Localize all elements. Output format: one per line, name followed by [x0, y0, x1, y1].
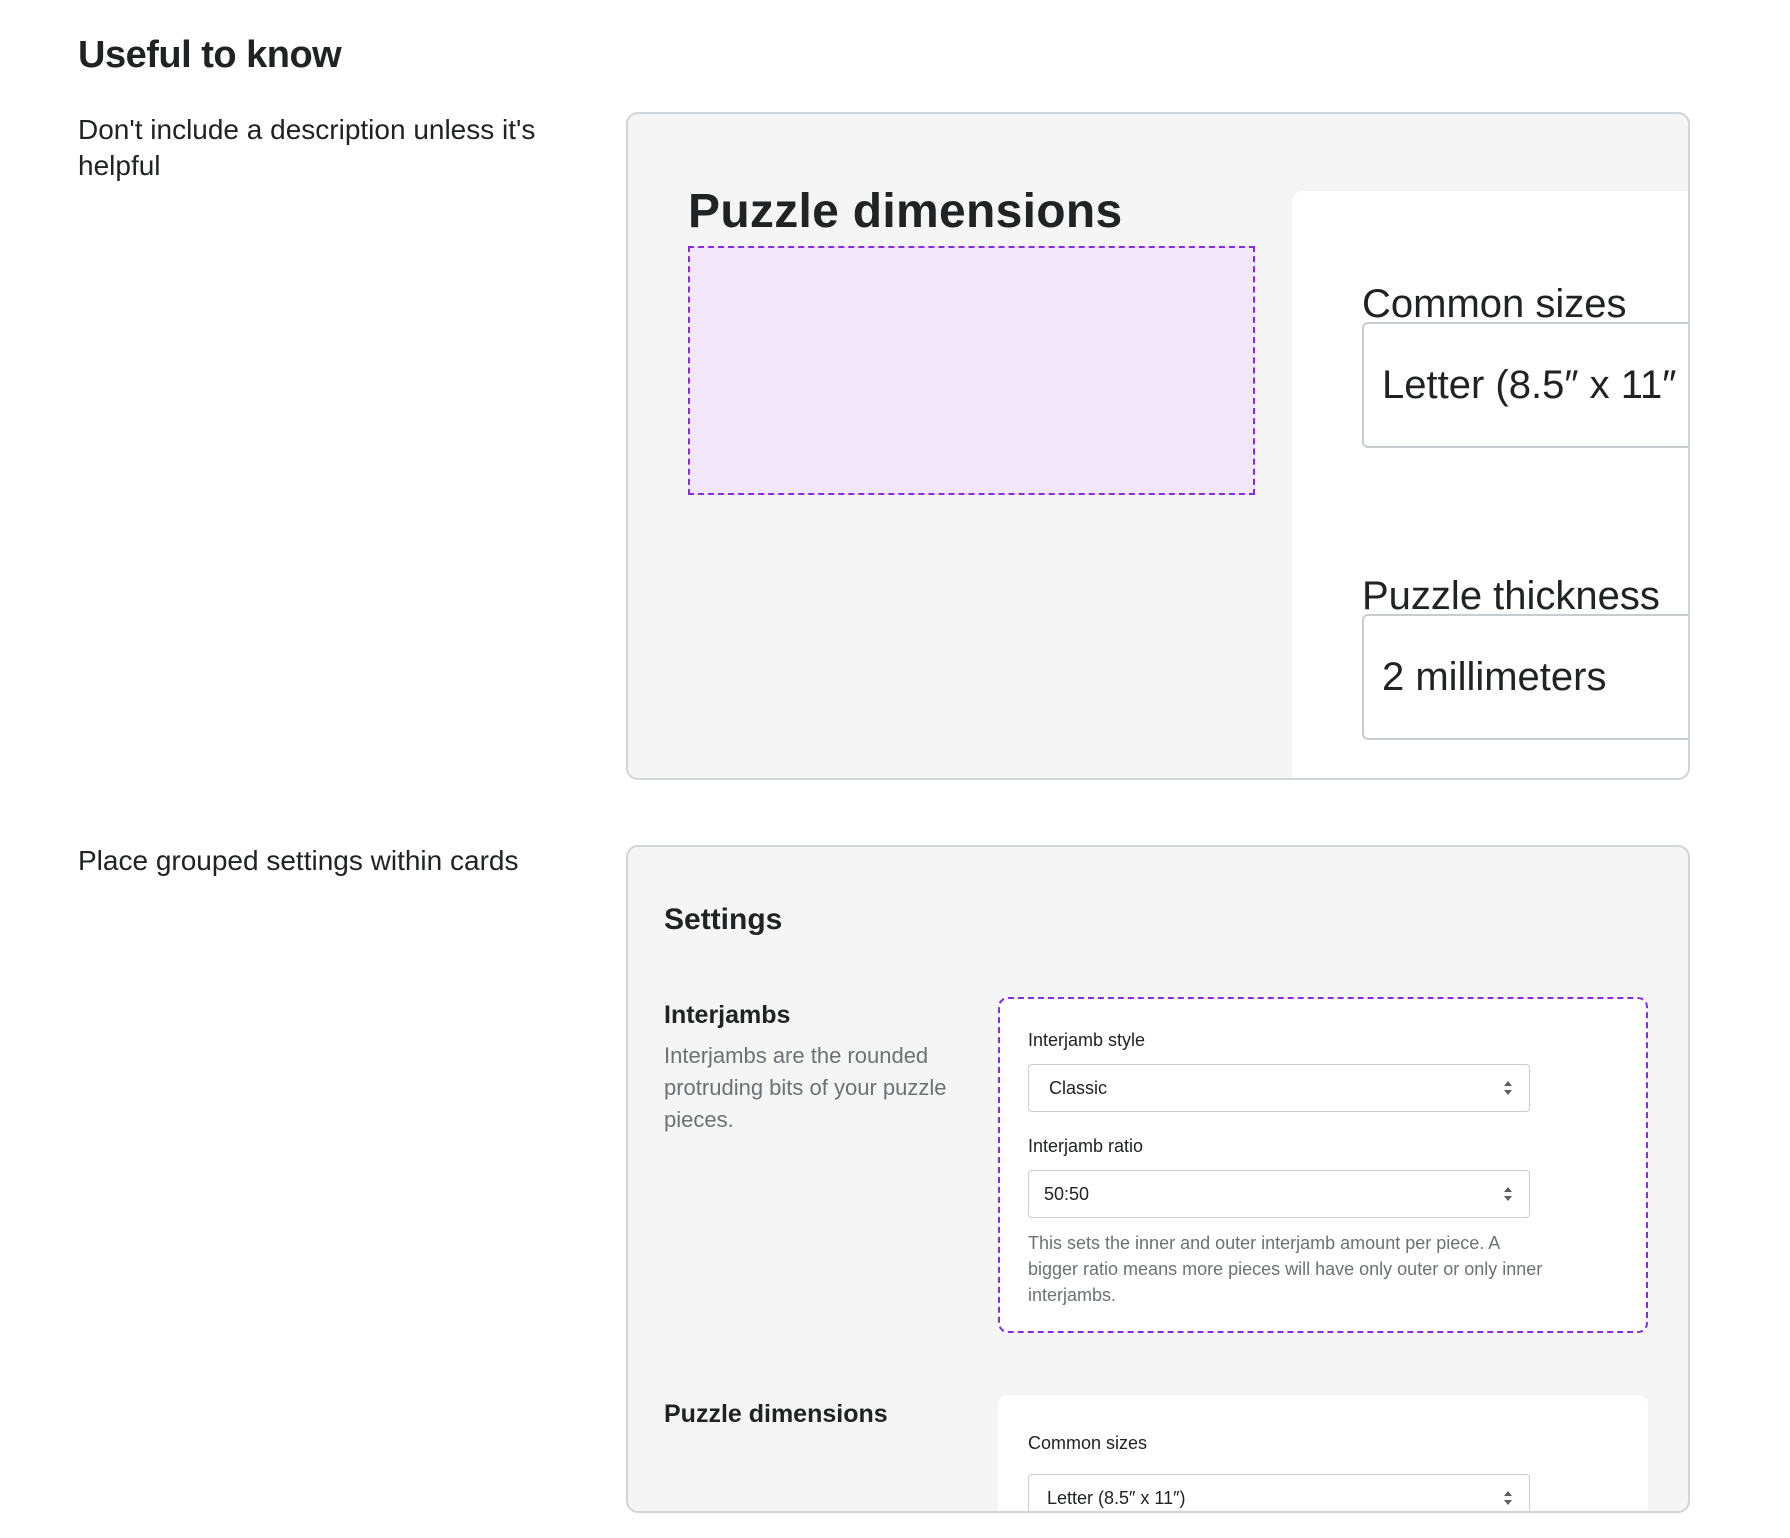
- section-description-interjambs: Interjambs are the rounded protruding bi…: [664, 1043, 947, 1132]
- common-sizes-value: Letter (8.5″ x 11″: [1382, 362, 1677, 407]
- common-sizes-label: Common sizes: [1362, 282, 1627, 326]
- puzzle-thickness-label: Puzzle thickness: [1362, 574, 1660, 618]
- interjamb-style-label: Interjamb style: [1028, 1030, 1146, 1050]
- guideline-note-cards: Place grouped settings within cards: [78, 845, 519, 876]
- example-title: Puzzle dimensions: [688, 185, 1123, 238]
- interjamb-style-select[interactable]: Classic: [1028, 1064, 1530, 1112]
- puzzle-thickness-value: 2 millimeters: [1382, 654, 1607, 699]
- select-arrows-icon: [1504, 1491, 1512, 1505]
- select-arrows-icon: [1504, 1187, 1512, 1201]
- interjamb-ratio-select[interactable]: 50:50: [1028, 1170, 1530, 1218]
- interjamb-ratio-label: Interjamb ratio: [1028, 1136, 1144, 1156]
- section-title-puzzle-dimensions: Puzzle dimensions: [664, 1400, 888, 1428]
- common-sizes-select[interactable]: Letter (8.5″ x 11″: [1362, 322, 1688, 448]
- interjamb-ratio-help-text: This sets the inner and outer interjamb …: [1028, 1233, 1543, 1305]
- guideline-note-description: Don't include a description unless it's …: [78, 114, 536, 181]
- settings-title: Settings: [664, 903, 783, 936]
- example-panel-settings: Settings Interjambs Interjambs are the r…: [626, 845, 1690, 1513]
- puzzle-thickness-input[interactable]: 2 millimeters: [1362, 614, 1688, 740]
- section-title-interjambs: Interjambs: [664, 1001, 791, 1029]
- common-sizes-label: Common sizes: [1028, 1433, 1148, 1453]
- page-title: Useful to know: [78, 34, 342, 76]
- example-panel-description: Puzzle dimensions Common sizes Letter (8…: [626, 112, 1690, 780]
- interjamb-style-value: Classic: [1049, 1077, 1108, 1098]
- interjamb-ratio-value: 50:50: [1044, 1183, 1090, 1204]
- empty-description-placeholder: [688, 246, 1255, 495]
- common-sizes-select[interactable]: Letter (8.5″ x 11″): [1028, 1474, 1530, 1511]
- common-sizes-value: Letter (8.5″ x 11″): [1047, 1487, 1186, 1508]
- select-arrows-icon: [1504, 1081, 1512, 1095]
